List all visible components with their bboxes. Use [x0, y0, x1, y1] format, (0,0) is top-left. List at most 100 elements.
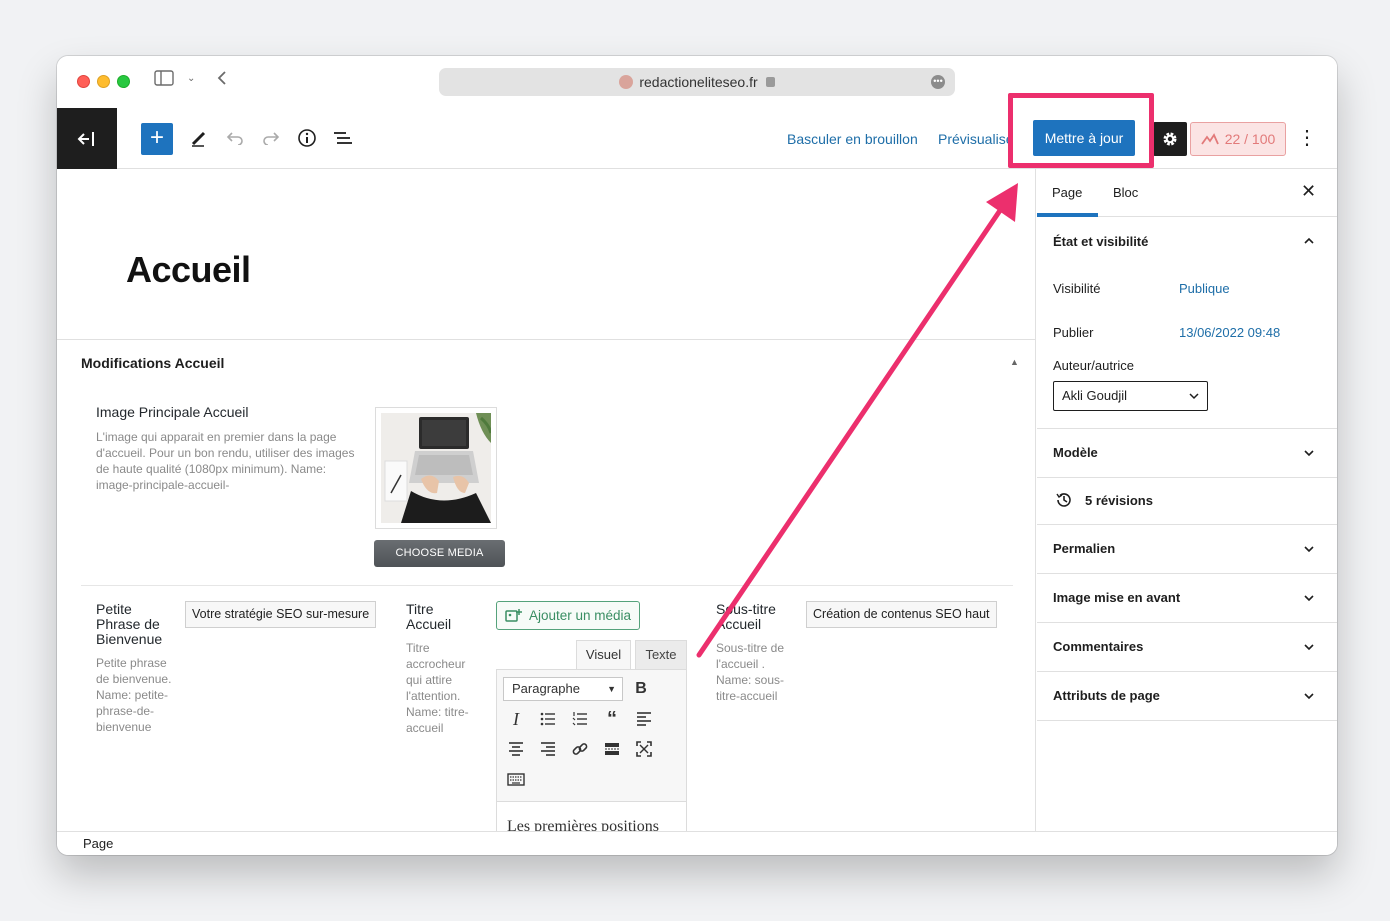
divider: [1037, 671, 1337, 672]
address-bar[interactable]: redactioneliteseo.fr •••: [439, 68, 955, 96]
add-media-button[interactable]: Ajouter un média: [496, 601, 640, 630]
image-preview[interactable]: [375, 407, 497, 529]
chevron-up-icon[interactable]: [1303, 235, 1315, 247]
tools-pen-icon[interactable]: [187, 126, 211, 150]
editor-content[interactable]: Les premières positions: [497, 801, 686, 831]
read-more-icon[interactable]: [601, 738, 623, 760]
publish-label: Publier: [1053, 325, 1094, 340]
gear-icon: [1163, 132, 1177, 146]
block-breadcrumb[interactable]: Page: [57, 831, 1337, 855]
tab-visual[interactable]: Visuel: [576, 640, 631, 670]
add-media-icon: [505, 608, 522, 622]
url-text: redactioneliteseo.fr: [639, 74, 758, 90]
align-left-icon[interactable]: [633, 708, 655, 730]
add-media-label: Ajouter un média: [529, 608, 632, 623]
list-view-icon[interactable]: [331, 126, 355, 150]
italic-icon[interactable]: I: [505, 708, 527, 730]
active-tab-indicator: [1037, 213, 1098, 217]
switch-to-draft-link[interactable]: Basculer en brouillon: [787, 131, 918, 147]
revisions-link[interactable]: 5 révisions: [1085, 493, 1153, 508]
close-window-button[interactable]: [77, 75, 90, 88]
divider: [57, 339, 1035, 340]
author-label: Auteur/autrice: [1053, 358, 1134, 373]
image-field-description: L'image qui apparait en premier dans la …: [96, 430, 355, 492]
tab-page[interactable]: Page: [1052, 185, 1082, 200]
welcome-phrase-description: Petite phrase de bienvenue. Name: petite…: [96, 656, 172, 734]
maximize-window-button[interactable]: [117, 75, 130, 88]
exit-icon: [77, 131, 94, 146]
close-icon[interactable]: ✕: [1301, 181, 1316, 202]
home-title-description: Titre accrocheur qui attire l'attention.…: [406, 641, 469, 735]
status-visibility-title[interactable]: État et visibilité: [1053, 234, 1148, 249]
editor-canvas: Accueil Modifications Accueil ▲ Image Pr…: [57, 169, 1036, 831]
chevron-down-icon[interactable]: [1303, 592, 1315, 604]
divider: [1037, 477, 1337, 478]
chevron-down-icon[interactable]: [1303, 690, 1315, 702]
tab-text[interactable]: Texte: [635, 640, 687, 670]
more-options-icon[interactable]: ⋮: [1297, 128, 1317, 148]
divider: [1037, 573, 1337, 574]
collapse-caret-icon[interactable]: ▲: [1010, 357, 1019, 367]
back-icon[interactable]: [217, 70, 227, 91]
bold-icon[interactable]: B: [630, 678, 652, 700]
template-title[interactable]: Modèle: [1053, 445, 1098, 460]
sidebar-toggle-icon[interactable]: [154, 70, 174, 91]
minimize-window-button[interactable]: [97, 75, 110, 88]
page-attributes-title[interactable]: Attributs de page: [1053, 688, 1160, 703]
undo-icon[interactable]: [223, 126, 247, 150]
choose-media-button[interactable]: CHOOSE MEDIA: [374, 540, 505, 567]
seo-logo-icon: [1200, 133, 1219, 145]
fullscreen-icon[interactable]: [633, 738, 655, 760]
author-select[interactable]: Akli Goudjil: [1053, 381, 1208, 411]
format-select[interactable]: Paragraphe ▼: [503, 677, 623, 701]
details-info-icon[interactable]: [295, 126, 319, 150]
align-right-icon[interactable]: [537, 738, 559, 760]
home-title-label: Titre Accueil: [406, 601, 452, 632]
format-select-value: Paragraphe: [512, 681, 580, 696]
welcome-phrase-label: Petite Phrase de Bienvenue: [96, 601, 163, 647]
visibility-label: Visibilité: [1053, 281, 1101, 296]
bullet-list-icon[interactable]: [537, 708, 559, 730]
keyboard-toolbar-icon[interactable]: [505, 768, 527, 790]
chevron-down-icon: [1189, 393, 1199, 400]
home-subtitle-label: Sous-titre Accueil: [716, 601, 776, 632]
laptop-photo: [381, 413, 491, 523]
permalink-title[interactable]: Permalien: [1053, 541, 1115, 556]
home-subtitle-description: Sous-titre de l'accueil . Name: sous-tit…: [716, 641, 785, 703]
browser-window: ⌄ redactioneliteseo.fr ••• + Basculer en…: [57, 56, 1337, 855]
link-icon[interactable]: [569, 738, 591, 760]
meta-box-title: Modifications Accueil: [81, 355, 225, 371]
divider: [1037, 622, 1337, 623]
blockquote-icon[interactable]: “: [601, 708, 623, 730]
chevron-down-icon[interactable]: ⌄: [187, 73, 195, 84]
back-to-dashboard-button[interactable]: [57, 108, 117, 169]
divider: [81, 585, 1013, 586]
numbered-list-icon[interactable]: [569, 708, 591, 730]
divider: [1037, 524, 1337, 525]
chevron-down-icon[interactable]: [1303, 447, 1315, 459]
align-center-icon[interactable]: [505, 738, 527, 760]
chevron-down-icon[interactable]: [1303, 641, 1315, 653]
annotation-highlight-box: [1008, 93, 1154, 168]
add-block-button[interactable]: +: [141, 123, 173, 155]
favicon-icon: [619, 75, 634, 89]
seo-score-badge[interactable]: 22 / 100: [1190, 122, 1286, 156]
home-subtitle-input[interactable]: Création de contenus SEO haut: [806, 601, 997, 628]
chevron-down-icon[interactable]: [1303, 543, 1315, 555]
tab-block[interactable]: Bloc: [1113, 185, 1138, 200]
lock-icon: [765, 77, 775, 87]
divider: [1037, 720, 1337, 721]
history-icon: [1056, 493, 1071, 507]
visibility-value[interactable]: Publique: [1179, 281, 1230, 296]
welcome-phrase-input[interactable]: Votre stratégie SEO sur-mesure: [185, 601, 376, 628]
featured-image-title[interactable]: Image mise en avant: [1053, 590, 1180, 605]
rich-text-editor: Paragraphe ▼ B I “ Les premières positio…: [496, 669, 687, 831]
redo-icon[interactable]: [259, 126, 283, 150]
comments-title[interactable]: Commentaires: [1053, 639, 1143, 654]
more-icon[interactable]: •••: [931, 75, 945, 89]
settings-button[interactable]: [1153, 122, 1187, 156]
sidebar-tabs: Page Bloc ✕: [1037, 169, 1337, 217]
preview-link[interactable]: Prévisualiser: [938, 131, 1010, 147]
page-title[interactable]: Accueil: [126, 249, 251, 291]
publish-date-value[interactable]: 13/06/2022 09:48: [1179, 325, 1280, 340]
